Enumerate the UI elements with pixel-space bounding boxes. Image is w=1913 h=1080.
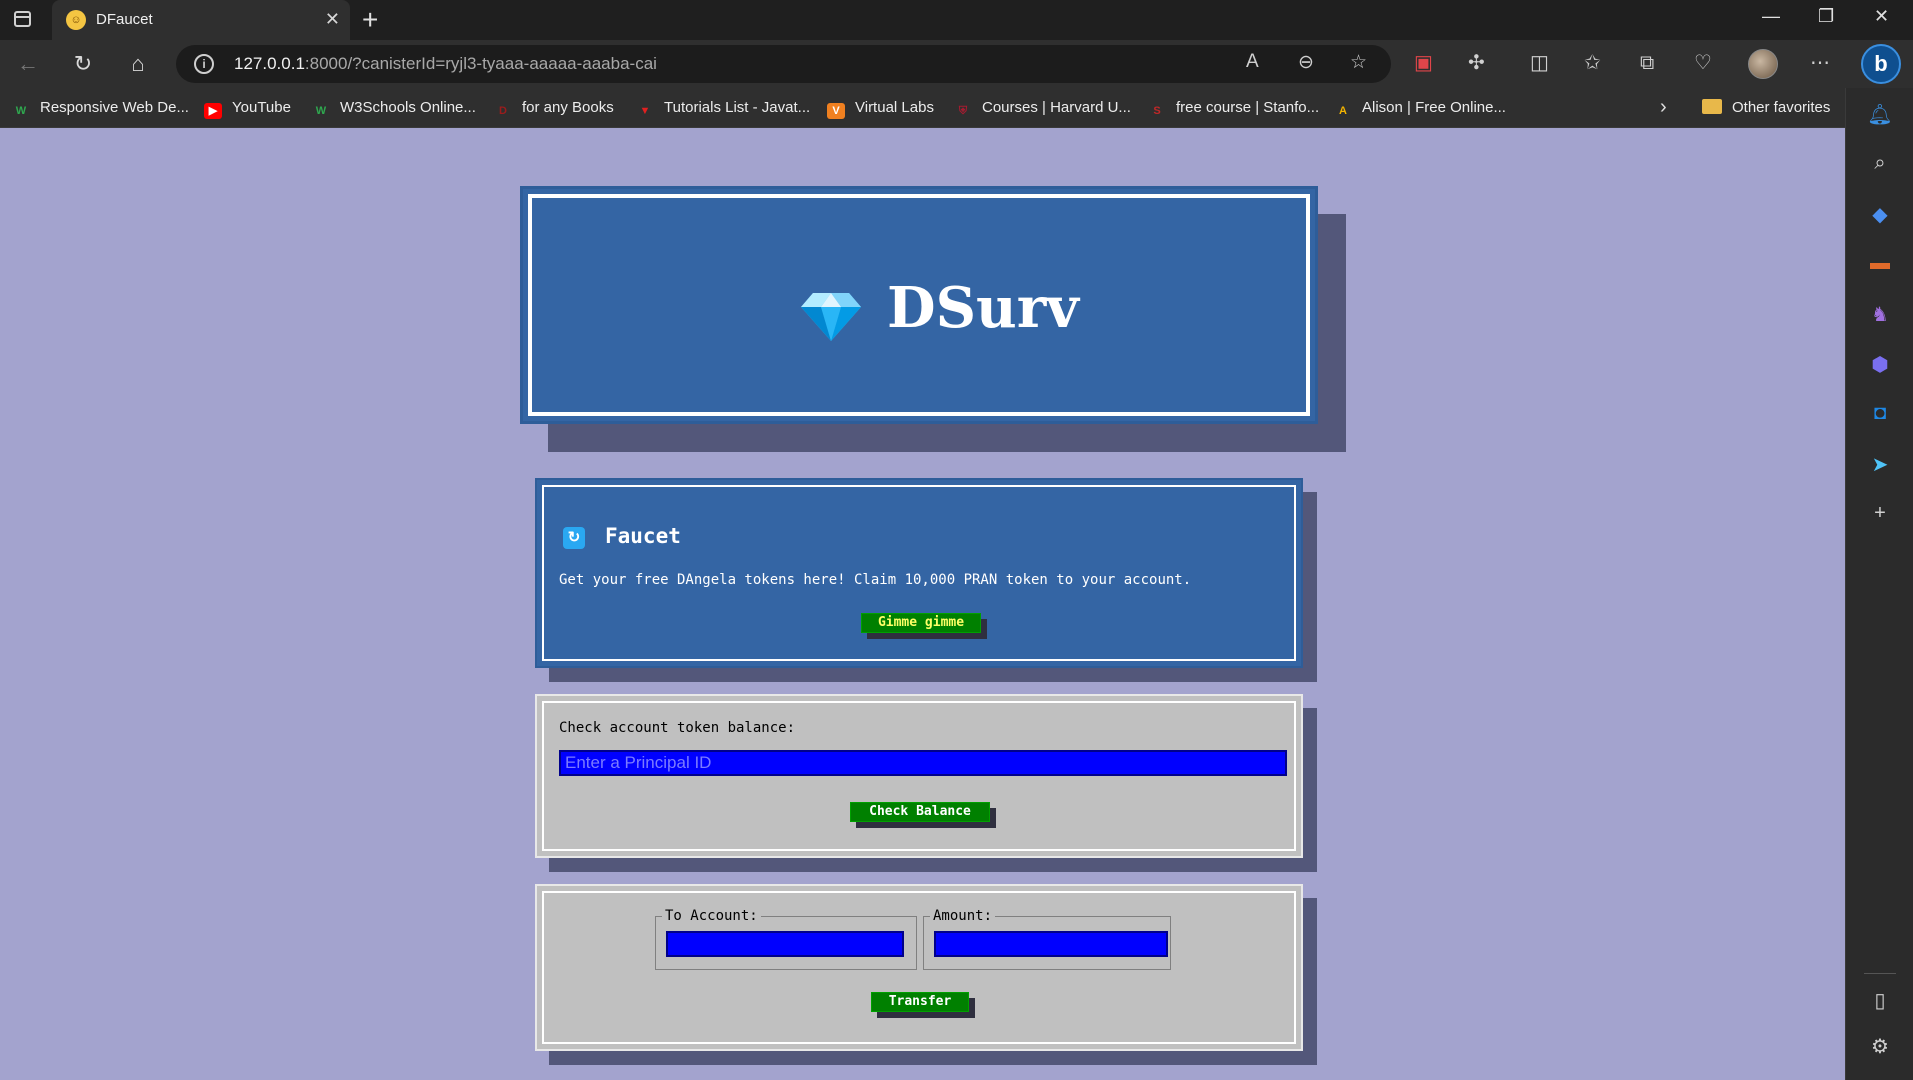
tab-actions-icon[interactable] [14, 11, 31, 27]
faucet-card: ↻ Faucet Get your free DAngela tokens he… [535, 478, 1303, 668]
favorites-bar: W Responsive Web De... ▶ YouTube W W3School… [0, 88, 1845, 128]
balance-card: Check account token balance: Check Balan… [535, 694, 1303, 858]
browser-tab[interactable]: ☺ DFaucet ✕ [52, 0, 350, 40]
address-bar[interactable]: i 127.0.0.1:8000/?canisterId=ryjl3-tyaaa… [176, 45, 1391, 83]
gimme-button[interactable]: Gimme gimme [861, 613, 981, 633]
faucet-title: Faucet [605, 524, 681, 548]
principal-id-input[interactable] [559, 750, 1287, 776]
window-close-icon[interactable]: ✕ [1874, 6, 1889, 27]
book-icon: D [499, 105, 507, 117]
minimize-icon[interactable]: — [1762, 6, 1780, 27]
zoom-out-icon[interactable]: ⊖ [1298, 51, 1314, 74]
diamond-icon [801, 293, 861, 341]
copilot-icon[interactable]: b [1861, 44, 1901, 84]
stanford-icon: S [1153, 105, 1161, 117]
tab-close-icon[interactable]: ✕ [325, 9, 340, 29]
refresh-icon[interactable]: ↻ [67, 48, 99, 80]
bookmark-item[interactable]: V Virtual Labs [827, 96, 934, 120]
send-icon[interactable]: ➤ [1846, 452, 1913, 477]
games-icon[interactable]: ♞ [1846, 302, 1913, 327]
amount-fieldset: Amount: [923, 908, 1171, 970]
bookmark-item[interactable]: ▼ Tutorials List - Javat... [636, 96, 811, 120]
bookmark-item[interactable]: W Responsive Web De... [12, 96, 189, 120]
collections-icon[interactable]: ⧉ [1640, 50, 1654, 76]
settings-gear-icon[interactable]: ⚙ [1846, 1034, 1913, 1059]
bookmark-item[interactable]: ⛨ Courses | Harvard U... [954, 96, 1131, 120]
back-icon[interactable]: ← [12, 48, 44, 80]
bookmark-w-icon: W [315, 105, 327, 117]
folder-icon [1702, 99, 1722, 114]
youtube-icon: ▶ [204, 103, 222, 119]
edge-sidebar: 🔔︎ ⌕ ◆ ▬ ♞ ⬢ ◘ ➤ + ▯ ⚙ [1845, 88, 1913, 1080]
bookmark-w-icon: W [15, 105, 27, 117]
site-info-icon[interactable]: i [194, 54, 214, 74]
bookmark-item[interactable]: ▶ YouTube [204, 96, 291, 120]
harvard-icon: ⛨ [958, 105, 968, 117]
bookmark-item[interactable]: A Alison | Free Online... [1334, 96, 1506, 120]
virtual-labs-icon: V [827, 103, 845, 119]
tab-title: DFaucet [96, 11, 153, 28]
brand-header: DSurv [520, 186, 1318, 424]
sidebar-divider [1864, 973, 1896, 974]
url-text[interactable]: 127.0.0.1:8000/?canisterId=ryjl3-tyaaa-a… [234, 54, 657, 74]
brand-title: DSurv [887, 275, 1079, 341]
extensions-puzzle-icon[interactable]: ✣ [1468, 50, 1485, 76]
javatpoint-icon: ▼ [639, 105, 651, 117]
title-bar: ☺ DFaucet ✕ + — ❐ ✕ [0, 0, 1913, 40]
to-account-label: To Account: [662, 908, 761, 924]
shopping-tag-icon[interactable]: ◆ [1846, 202, 1913, 227]
amount-label: Amount: [930, 908, 996, 924]
to-account-fieldset: To Account: [655, 908, 917, 970]
alison-icon: A [1339, 105, 1347, 117]
tab-favicon-icon: ☺ [66, 10, 86, 30]
transfer-button[interactable]: Transfer [871, 992, 969, 1012]
read-aloud-icon[interactable]: A [1246, 51, 1259, 73]
bookmark-item[interactable]: Dfor any Books [494, 96, 614, 120]
transfer-card: To Account: Amount: Transfer [535, 884, 1303, 1051]
add-icon[interactable]: + [1846, 502, 1913, 525]
url-path: :8000/?canisterId=ryjl3-tyaaa-aaaaa-aaab… [304, 54, 657, 73]
restore-icon[interactable]: ❐ [1818, 6, 1834, 27]
favorite-star-icon[interactable]: ☆ [1350, 51, 1367, 74]
favorites-icon[interactable]: ✩ [1584, 50, 1601, 76]
split-screen-icon[interactable]: ◫ [1530, 50, 1549, 76]
balance-label: Check account token balance: [559, 720, 796, 736]
new-tab-icon[interactable]: + [362, 4, 378, 36]
home-icon[interactable]: ⌂ [122, 48, 154, 80]
chevron-right-icon[interactable]: › [1660, 96, 1667, 119]
bell-icon[interactable]: 🔔︎ [1846, 102, 1913, 127]
more-menu-icon[interactable]: ⋯ [1810, 50, 1830, 76]
browser-toolbar: ← ↻ ⌂ i 127.0.0.1:8000/?canisterId=ryjl3… [0, 40, 1913, 88]
extension-icon[interactable]: ▣ [1414, 50, 1433, 76]
profile-avatar[interactable] [1748, 49, 1778, 79]
faucet-icon: ↻ [563, 527, 585, 549]
check-balance-button[interactable]: Check Balance [850, 802, 990, 822]
url-host: 127.0.0.1 [234, 54, 305, 73]
to-account-input[interactable] [666, 931, 904, 957]
other-favorites[interactable]: Other favorites [1702, 96, 1830, 120]
sidebar-panel-icon[interactable]: ▯ [1846, 988, 1913, 1013]
search-icon[interactable]: ⌕ [1846, 152, 1913, 175]
tools-icon[interactable]: ▬ [1846, 252, 1913, 275]
bookmark-item[interactable]: Sfree course | Stanfo... [1148, 96, 1319, 120]
performance-icon[interactable]: ♡ [1694, 50, 1712, 76]
outlook-icon[interactable]: ◘ [1846, 402, 1913, 425]
faucet-description: Get your free DAngela tokens here! Claim… [559, 572, 1192, 588]
amount-input[interactable] [934, 931, 1168, 957]
microsoft365-icon[interactable]: ⬢ [1846, 352, 1913, 377]
bookmark-item[interactable]: W W3Schools Online... [312, 96, 476, 120]
